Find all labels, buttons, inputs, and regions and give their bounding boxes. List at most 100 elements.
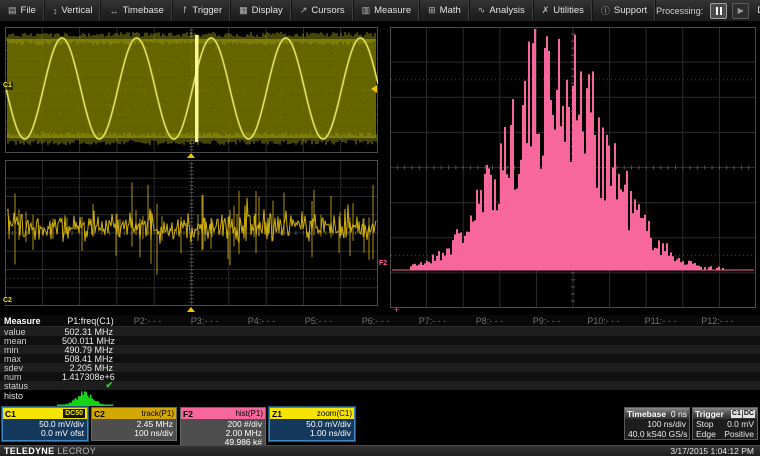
pause-button[interactable] bbox=[710, 3, 727, 19]
measure-column-header-p12[interactable]: P12:- - - bbox=[689, 316, 746, 326]
descriptor-value-line: 1.00 ns/div bbox=[273, 429, 351, 438]
menu-item-label: Cursors bbox=[311, 5, 344, 16]
menu-item-support[interactable]: ⓘSupport bbox=[593, 0, 656, 21]
menu-item-display[interactable]: ▦ Display bbox=[231, 0, 292, 21]
measure-title: Measure bbox=[0, 316, 62, 326]
menu-item-analysis[interactable]: ∿Analysis bbox=[470, 0, 534, 21]
statusbar: TELEDYNE LECROY 3/17/2015 1:04:12 PM bbox=[0, 445, 760, 456]
play-button[interactable]: ▶ bbox=[732, 3, 749, 19]
trigger-row-mode: Stop 0.0 mV bbox=[693, 419, 757, 429]
descriptor-value-line: 100 ns/div bbox=[95, 429, 173, 438]
timebase-header: Timebase 0 ns bbox=[625, 408, 689, 419]
c1-sine-waveform-panel[interactable] bbox=[5, 27, 378, 153]
oscilloscope-app: ▤File↕Vertical ↔ Timebase ↾Trigger ▦ Display ↗… bbox=[0, 0, 760, 456]
datetime-label: 3/17/2015 1:04:12 PM bbox=[670, 446, 754, 456]
support-icon: ⓘ bbox=[601, 4, 610, 17]
histo-thumbnail[interactable] bbox=[57, 390, 115, 407]
f2-histogram-panel[interactable] bbox=[390, 27, 756, 308]
menu-item-label: Timebase bbox=[122, 5, 163, 16]
menu-item-math[interactable]: ⊞ Math bbox=[420, 0, 470, 21]
measure-column-header-p8[interactable]: P8:- - - bbox=[461, 316, 518, 326]
descriptor-id: Z1 bbox=[272, 409, 282, 419]
measure-column-header-p3[interactable]: P3:- - - bbox=[176, 316, 233, 326]
measure-column-header-p7[interactable]: P7:- - - bbox=[404, 316, 461, 326]
descriptor-id: C1 bbox=[5, 409, 16, 419]
measure-column-header-p2[interactable]: P2:- - - bbox=[119, 316, 176, 326]
timebase-scale: 100 ns/div bbox=[647, 419, 686, 429]
menu-item-label: Trigger bbox=[192, 5, 222, 16]
c2-trigger-time-marker[interactable] bbox=[187, 307, 195, 312]
f2-center-marker[interactable]: + bbox=[394, 306, 399, 314]
timebase-row-sampling: 40.0 kS 40 GS/s bbox=[625, 429, 689, 439]
timebase-title: Timebase bbox=[627, 409, 666, 419]
trigger-slope: Positive bbox=[724, 429, 754, 439]
coupling-badge: DC50 bbox=[63, 409, 85, 418]
menu-item-label: Measure bbox=[374, 5, 411, 16]
descriptor-function-label: zoom(C1) bbox=[317, 409, 352, 418]
trigger-panel[interactable]: Trigger C1DC Stop 0.0 mV Edge Positive bbox=[692, 407, 758, 440]
menu-item-label: Display bbox=[252, 5, 283, 16]
measure-column-header-p11[interactable]: P11:- - - bbox=[632, 316, 689, 326]
timebase-rate: 40 GS/s bbox=[657, 429, 688, 439]
trigger-badges: C1DC bbox=[731, 410, 755, 418]
descriptor-function-label: hist(P1) bbox=[235, 409, 263, 418]
vertical-icon: ↕ bbox=[53, 6, 58, 16]
measure-column-header-p1[interactable]: P1:freq(C1) bbox=[62, 316, 119, 326]
descriptor-z1[interactable]: Z1 zoom(C1)50.0 mV/div1.00 ns/div bbox=[269, 407, 355, 441]
descriptor-function-label: track(P1) bbox=[142, 409, 174, 418]
menu-item-file[interactable]: ▤File bbox=[0, 0, 45, 21]
descriptor-c1[interactable]: C1DC5050.0 mV/div0.0 mV ofst bbox=[2, 407, 88, 441]
menu-item-cursors[interactable]: ↗Cursors bbox=[292, 0, 354, 21]
pause-icon bbox=[716, 7, 722, 15]
measure-column-header-p9[interactable]: P9:- - - bbox=[518, 316, 575, 326]
utilities-icon: ✗ bbox=[542, 5, 550, 16]
measure-icon: ▥ bbox=[362, 5, 371, 16]
descriptor-f2[interactable]: F2hist(P1)200 #/div2.00 MHz49.986 k# bbox=[180, 407, 266, 450]
trigger-row-type: Edge Positive bbox=[693, 429, 757, 439]
descriptor-body: 50.0 mV/div1.00 ns/div bbox=[270, 419, 354, 440]
measure-row-status: status✔ bbox=[0, 381, 760, 390]
descriptor-header-f2: F2hist(P1) bbox=[181, 408, 265, 419]
c2-channel-tag[interactable]: C2 bbox=[2, 297, 13, 305]
f2-channel-tag[interactable]: F2 bbox=[378, 260, 388, 268]
timebase-icon: ↔ bbox=[109, 6, 118, 16]
analysis-icon: ∿ bbox=[478, 5, 486, 16]
measure-column-header-p5[interactable]: P5:- - - bbox=[290, 316, 347, 326]
display-icon: ▦ bbox=[239, 5, 248, 16]
descriptor-header-c2: C2 track(P1) bbox=[92, 408, 176, 419]
menu-items: ▤File↕Vertical ↔ Timebase ↾Trigger ▦ Display ↗… bbox=[0, 0, 656, 21]
math-icon: ⊞ bbox=[428, 5, 436, 16]
measure-column-header-p10[interactable]: P10:- - - bbox=[575, 316, 632, 326]
c1-trigger-level-marker[interactable] bbox=[371, 85, 377, 93]
menu-item-label: Math bbox=[440, 5, 461, 16]
measure-column-header-p6[interactable]: P6:- - - bbox=[347, 316, 404, 326]
c2-track-waveform-panel[interactable] bbox=[5, 160, 378, 306]
c1-trigger-time-marker[interactable] bbox=[187, 153, 195, 158]
descriptor-c2[interactable]: C2 track(P1)2.45 MHz100 ns/div bbox=[91, 407, 177, 441]
trigger-title: Trigger bbox=[695, 409, 724, 419]
descriptor-value-line: 0.0 mV ofst bbox=[6, 429, 84, 438]
processing-label: Processing: bbox=[656, 6, 703, 16]
descriptor-header-z1: Z1 zoom(C1) bbox=[270, 408, 354, 419]
measure-table: MeasureP1:freq(C1)P2:- - -P3:- - -P4:- -… bbox=[0, 315, 760, 390]
menu-item-timebase[interactable]: ↔ Timebase bbox=[101, 0, 172, 21]
menu-item-label: Utilities bbox=[553, 5, 584, 16]
histo-label: histo bbox=[4, 391, 23, 401]
measure-header-row: MeasureP1:freq(C1)P2:- - -P3:- - -P4:- -… bbox=[0, 315, 760, 327]
c1-channel-tag[interactable]: C1 bbox=[2, 82, 13, 90]
measure-row-label: status bbox=[0, 381, 62, 391]
cursors-icon: ↗ bbox=[300, 5, 308, 16]
menu-item-label: Analysis bbox=[489, 5, 524, 16]
menu-item-trigger[interactable]: ↾Trigger bbox=[173, 0, 231, 21]
descriptor-header-c1: C1 DC50 bbox=[3, 408, 87, 419]
measure-column-header-p4[interactable]: P4:- - - bbox=[233, 316, 290, 326]
descriptor-body: 2.45 MHz100 ns/div bbox=[92, 419, 176, 440]
descriptor-id: C2 bbox=[94, 409, 105, 419]
menu-item-utilities[interactable]: ✗Utilities bbox=[534, 0, 593, 21]
menu-item-vertical[interactable]: ↕Vertical bbox=[45, 0, 102, 21]
menu-item-measure[interactable]: ▥Measure bbox=[354, 0, 420, 21]
timebase-offset: 0 ns bbox=[671, 409, 687, 419]
trigger-level: 0.0 mV bbox=[727, 419, 754, 429]
menubar-right: Processing: ▶ Default Undo ↶ bbox=[656, 1, 760, 20]
timebase-panel[interactable]: Timebase 0 ns 100 ns/div 40.0 kS 40 GS/s bbox=[624, 407, 690, 440]
